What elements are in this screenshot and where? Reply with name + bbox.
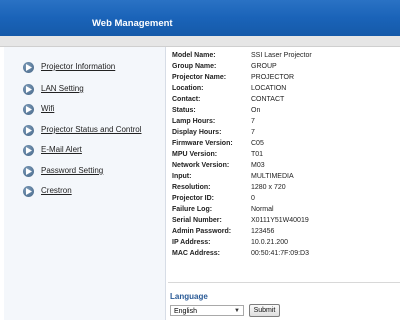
info-row-group-name: Group Name: GROUP — [172, 61, 400, 72]
nav-item-projector-status-and-control[interactable]: Projector Status and Control — [4, 122, 164, 140]
info-label: Display Hours: — [172, 129, 222, 136]
info-value: Normal — [251, 206, 274, 213]
info-row-display-hours: Display Hours: 7 — [172, 127, 400, 138]
info-label: Network Version: — [172, 162, 230, 169]
arrow-right-icon — [23, 145, 34, 156]
header-strip — [0, 36, 400, 47]
nav-item-email-alert[interactable]: E-Mail Alert — [4, 142, 164, 160]
info-row-model-name: Model Name: SSI Laser Projector — [172, 50, 400, 61]
header-bar: Web Management — [0, 0, 400, 36]
info-label: Contact: — [172, 96, 201, 103]
info-row-mpu-version: MPU Version: T01 — [172, 149, 400, 160]
sidebar: Projector Information LAN Setting Wifi P… — [4, 47, 166, 320]
chevron-down-icon: ▼ — [234, 308, 240, 314]
info-row-resolution: Resolution: 1280 x 720 — [172, 182, 400, 193]
arrow-right-icon — [23, 166, 34, 177]
arrow-right-icon — [23, 62, 34, 73]
info-row-network-version: Network Version: M03 — [172, 160, 400, 171]
info-label: MAC Address: — [172, 250, 220, 257]
nav-item-label[interactable]: Wifi — [41, 104, 54, 113]
info-label: Group Name: — [172, 63, 217, 70]
info-label: IP Address: — [172, 239, 211, 246]
arrow-right-icon — [23, 84, 34, 95]
nav-item-label[interactable]: Password Setting — [41, 166, 103, 175]
nav-item-label[interactable]: E-Mail Alert — [41, 145, 82, 154]
info-label: Resolution: — [172, 184, 211, 191]
info-row-admin-password: Admin Password: 123456 — [172, 226, 400, 237]
info-value: M03 — [251, 162, 265, 169]
arrow-right-icon — [23, 125, 34, 136]
divider — [168, 282, 400, 283]
info-value: SSI Laser Projector — [251, 52, 312, 59]
info-value: MULTIMEDIA — [251, 173, 294, 180]
info-value: On — [251, 107, 261, 114]
language-selected-value: English — [174, 308, 197, 315]
info-value: 7 — [251, 118, 255, 125]
info-value: 10.0.21.200 — [251, 239, 288, 246]
info-label: Model Name: — [172, 52, 216, 59]
info-label: MPU Version: — [172, 151, 218, 158]
nav-item-projector-information[interactable]: Projector Information — [4, 59, 164, 77]
info-value: 7 — [251, 129, 255, 136]
info-label: Projector Name: — [172, 74, 227, 81]
info-row-lamp-hours: Lamp Hours: 7 — [172, 116, 400, 127]
info-value: 00:50:41:7F:09:D3 — [251, 250, 309, 257]
nav-item-wifi[interactable]: Wifi — [4, 101, 164, 119]
info-value: X0111Y51W40019 — [251, 217, 309, 224]
info-row-firmware-version: Firmware Version: C05 — [172, 138, 400, 149]
info-value: CONTACT — [251, 96, 285, 103]
info-value: LOCATION — [251, 85, 287, 92]
info-label: Input: — [172, 173, 192, 180]
info-label: Location: — [172, 85, 204, 92]
info-label: Firmware Version: — [172, 140, 233, 147]
info-row-projector-id: Projector ID: 0 — [172, 193, 400, 204]
info-row-failure-log: Failure Log: Normal — [172, 204, 400, 215]
nav-item-crestron[interactable]: Crestron — [4, 183, 164, 201]
nav-item-lan-setting[interactable]: LAN Setting — [4, 81, 164, 99]
info-value: T01 — [251, 151, 264, 158]
info-row-location: Location: LOCATION — [172, 83, 400, 94]
info-label: Projector ID: — [172, 195, 215, 202]
info-row-mac-address: MAC Address: 00:50:41:7F:09:D3 — [172, 248, 400, 259]
info-value: 123456 — [251, 228, 275, 235]
language-heading: Language — [170, 292, 208, 301]
info-row-projector-name: Projector Name: PROJECTOR — [172, 72, 400, 83]
submit-button[interactable]: Submit — [249, 304, 280, 317]
language-select[interactable]: English ▼ — [170, 305, 244, 316]
nav-item-password-setting[interactable]: Password Setting — [4, 163, 164, 181]
info-row-ip-address: IP Address: 10.0.21.200 — [172, 237, 400, 248]
info-label: Lamp Hours: — [172, 118, 216, 125]
info-label: Status: — [172, 107, 196, 114]
info-label: Serial Number: — [172, 217, 222, 224]
info-row-input: Input: MULTIMEDIA — [172, 171, 400, 182]
arrow-right-icon — [23, 104, 34, 115]
info-row-serial-number: Serial Number: X0111Y51W40019 — [172, 215, 400, 226]
header-title: Web Management — [92, 18, 173, 29]
info-label: Failure Log: — [172, 206, 213, 213]
arrow-right-icon — [23, 186, 34, 197]
info-value: C05 — [251, 140, 264, 147]
nav-item-label[interactable]: Projector Status and Control — [41, 125, 142, 134]
info-value: 0 — [251, 195, 255, 202]
nav-item-label[interactable]: Projector Information — [41, 62, 115, 71]
info-value: GROUP — [251, 63, 277, 70]
info-label: Admin Password: — [172, 228, 232, 235]
nav-item-label[interactable]: Crestron — [41, 186, 72, 195]
info-value: 1280 x 720 — [251, 184, 286, 191]
info-row-status: Status: On — [172, 105, 400, 116]
info-row-contact: Contact: CONTACT — [172, 94, 400, 105]
nav-item-label[interactable]: LAN Setting — [41, 84, 84, 93]
info-value: PROJECTOR — [251, 74, 295, 81]
